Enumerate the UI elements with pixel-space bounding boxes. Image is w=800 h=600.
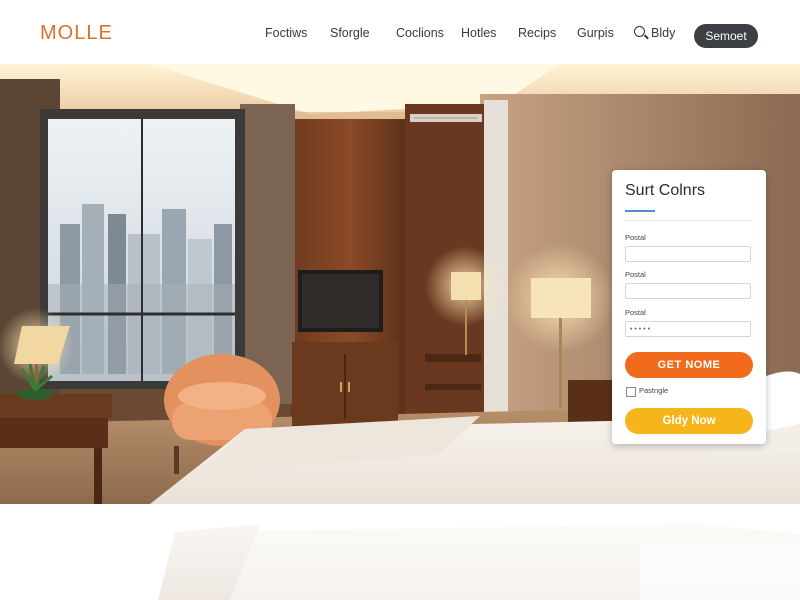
bed-continuation-illustration xyxy=(0,504,800,600)
logo-text: MOLLE xyxy=(40,22,113,44)
field-label-3: Postal xyxy=(625,308,646,317)
input-field-1[interactable] xyxy=(625,246,751,262)
nav-item-4[interactable]: Hotles xyxy=(461,26,496,40)
booking-title: Surt Colnrs xyxy=(625,182,706,199)
nav-item-3[interactable]: Coclions xyxy=(396,26,444,40)
field-label-1: Postal xyxy=(625,233,646,242)
checkbox-label: Pastngle xyxy=(639,386,669,395)
logo-tagline xyxy=(62,46,113,50)
get-now-button[interactable]: GET NOME xyxy=(625,352,753,378)
book-now-button[interactable]: Gldy Now xyxy=(625,408,753,434)
field-label-2: Postal xyxy=(625,270,646,279)
nav-item-5[interactable]: Recips xyxy=(518,26,556,40)
nav-item-2[interactable]: Sforgle xyxy=(330,26,370,40)
nav-item-6[interactable]: Gurpis xyxy=(577,26,614,40)
title-underline xyxy=(625,210,655,212)
brand-logo[interactable]: MOLLE xyxy=(40,22,113,50)
header-cta-button[interactable]: Semoet xyxy=(694,24,758,48)
input-field-2[interactable] xyxy=(625,283,751,299)
input-field-3[interactable] xyxy=(625,321,751,337)
nav-search[interactable]: Bldy xyxy=(634,26,675,40)
booking-panel: Surt Colnrs Postal Postal Postal GET NOM… xyxy=(612,170,766,444)
hero-fade-section xyxy=(0,504,800,600)
search-label: Bldy xyxy=(651,26,676,40)
card-divider xyxy=(625,220,753,221)
nav-item-1[interactable]: Foctiws xyxy=(265,26,307,40)
search-icon xyxy=(634,26,645,37)
site-header: MOLLE Foctiws Sforgle Coclions Hotles Re… xyxy=(0,0,800,64)
option-checkbox[interactable] xyxy=(626,387,636,397)
